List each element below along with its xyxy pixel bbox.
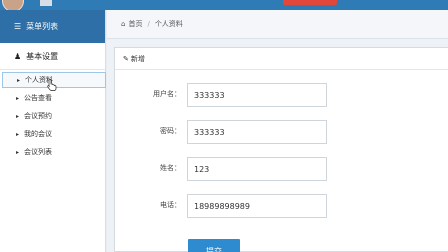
sidebar-item-label: 公告查看 [24, 94, 53, 102]
name-field[interactable] [187, 157, 327, 181]
password-label: 密码： [160, 127, 181, 135]
sidebar-item-meeting-list[interactable]: ▸ 会议列表 [0, 144, 105, 160]
sidebar-item-meeting-booking[interactable]: ▸ 会议预约 [0, 108, 105, 124]
alert-button[interactable] [283, 0, 337, 5]
breadcrumb-separator: / [147, 20, 150, 28]
sidebar-item-announcements[interactable]: ▸ 公告查看 [0, 90, 105, 106]
caret-right-icon: ▸ [16, 148, 20, 156]
list-icon: ☰ [14, 22, 22, 31]
caret-right-icon: ▸ [17, 76, 21, 84]
panel-title: 新增 [130, 54, 145, 63]
sidebar-item-label: 我的会议 [24, 130, 53, 138]
hand-cursor-icon [47, 79, 57, 91]
sidebar-item-my-meetings[interactable]: ▸ 我的会议 [0, 126, 105, 142]
submit-button[interactable]: 提交 [188, 239, 240, 252]
breadcrumb-home[interactable]: 首页 [128, 19, 142, 29]
top-bar [0, 0, 448, 12]
password-row: 密码： [115, 120, 448, 144]
main-content: ⌂ 首页 / 个人资料 ✎ 新增 用户名： 密码： 姓名： 电话： 提交 [107, 10, 448, 252]
sidebar-header: ☰ 菜单列表 [0, 10, 105, 43]
sidebar-section-label: 基本设置 [26, 51, 59, 61]
caret-right-icon: ▸ [16, 112, 20, 120]
sidebar-item-label: 会议列表 [24, 148, 53, 156]
caret-right-icon: ▸ [16, 130, 20, 138]
user-icon: ♟ [14, 51, 22, 61]
caret-right-icon: ▸ [16, 94, 20, 102]
home-icon: ⌂ [121, 20, 126, 28]
name-label: 姓名： [160, 164, 181, 172]
panel-header: ✎ 新增 [115, 48, 448, 70]
edit-icon: ✎ [123, 54, 129, 63]
phone-field[interactable] [187, 194, 327, 218]
phone-label: 电话： [160, 201, 181, 209]
name-row: 姓名： [115, 157, 448, 181]
breadcrumb: ⌂ 首页 / 个人资料 [107, 10, 448, 39]
user-name-strip [40, 0, 52, 6]
phone-row: 电话： [115, 194, 448, 218]
password-field[interactable] [187, 120, 327, 144]
username-row: 用户名： [115, 83, 448, 107]
breadcrumb-current: 个人资料 [154, 20, 183, 28]
form-panel: ✎ 新增 用户名： 密码： 姓名： 电话： 提交 [114, 47, 448, 252]
username-field[interactable] [187, 83, 327, 107]
sidebar-section-basic-settings[interactable]: ♟ 基本设置 [0, 43, 105, 70]
sidebar: ☰ 菜单列表 ♟ 基本设置 ▸ 个人资料 ▸ 公告查看 ▸ 会议预约 ▸ 我的会… [0, 10, 106, 252]
username-label: 用户名： [153, 90, 181, 98]
sidebar-header-label: 菜单列表 [26, 22, 59, 31]
sidebar-item-label: 会议预约 [24, 112, 53, 120]
